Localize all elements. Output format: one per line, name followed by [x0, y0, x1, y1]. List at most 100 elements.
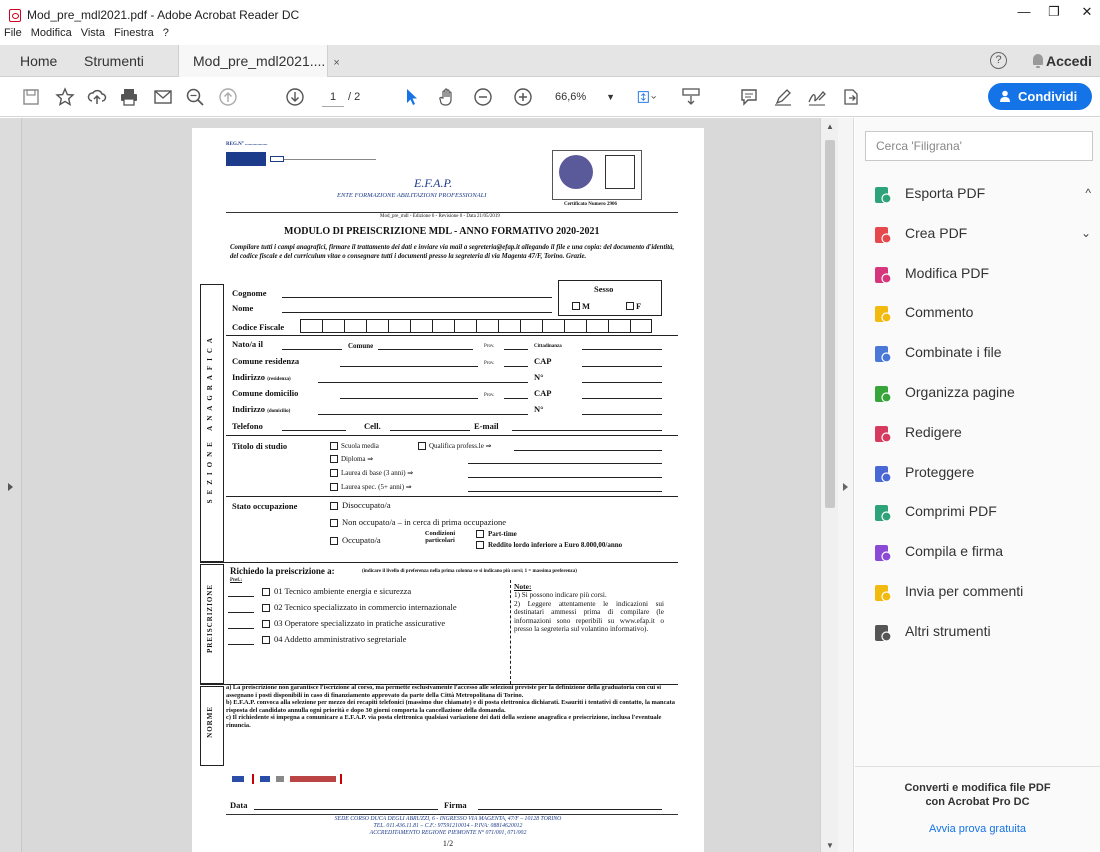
highlight-pen-icon[interactable]: [772, 87, 794, 107]
occ-disoccupato-checkbox[interactable]: [330, 502, 338, 510]
studio-qualifica-field[interactable]: [514, 450, 662, 451]
field-civico-domicilio[interactable]: [582, 414, 662, 415]
menu-vista[interactable]: Vista: [81, 27, 105, 43]
menu-finestra[interactable]: Finestra: [114, 27, 154, 43]
tool-combine-files[interactable]: Combinate i file: [865, 337, 1095, 367]
scroll-thumb[interactable]: [825, 140, 835, 508]
scroll-up-icon[interactable]: ▲: [826, 122, 834, 131]
zoom-out-icon[interactable]: [472, 87, 494, 107]
bell-icon[interactable]: [1032, 54, 1044, 68]
studio-laurea-spec-checkbox[interactable]: [330, 483, 338, 491]
field-prov-nascita[interactable]: [504, 349, 528, 350]
save-icon[interactable]: [20, 87, 42, 107]
field-email[interactable]: [512, 430, 662, 431]
chevron-down-icon[interactable]: ⌄: [1081, 218, 1091, 248]
menu-help[interactable]: ?: [163, 27, 169, 43]
hand-tool-icon[interactable]: [436, 87, 458, 107]
tool-send-for-comments[interactable]: Invia per commenti: [865, 576, 1095, 606]
field-comune-nascita[interactable]: [378, 349, 473, 350]
corso-02-checkbox[interactable]: [262, 604, 270, 612]
share-arrow-icon[interactable]: [840, 87, 862, 107]
field-nome[interactable]: [282, 312, 552, 313]
corso-04-pref[interactable]: [228, 644, 254, 645]
corso-02-pref[interactable]: [228, 612, 254, 613]
right-pane-toggle[interactable]: [838, 118, 854, 852]
field-cognome[interactable]: [282, 297, 552, 298]
tool-edit-pdf[interactable]: Modifica PDF: [865, 258, 1095, 288]
data-field[interactable]: [254, 809, 438, 810]
tools-search-input[interactable]: Cerca 'Filigrana': [865, 131, 1093, 161]
left-pane-toggle[interactable]: [0, 118, 22, 852]
share-button[interactable]: Condividi: [988, 83, 1092, 110]
tab-tools[interactable]: Strumenti: [84, 45, 144, 77]
menu-file[interactable]: File: [4, 27, 22, 43]
occ-occupato-checkbox[interactable]: [330, 537, 338, 545]
page-number-input[interactable]: 1: [322, 87, 344, 107]
zoom-select[interactable]: 66,6% ▼: [555, 87, 615, 107]
tool-create-pdf[interactable]: Crea PDF ⌄: [865, 218, 1095, 248]
field-comune-residenza[interactable]: [340, 366, 478, 367]
chevron-up-icon[interactable]: ^: [1085, 178, 1091, 208]
field-cap-residenza[interactable]: [582, 366, 662, 367]
star-icon[interactable]: [54, 87, 76, 107]
tool-more-tools[interactable]: Altri strumenti: [865, 616, 1095, 646]
field-prov-domicilio[interactable]: [504, 398, 528, 399]
maximize-button[interactable]: ❐: [1044, 4, 1064, 20]
search-zoom-icon[interactable]: [184, 87, 206, 107]
close-window-button[interactable]: ✕: [1077, 4, 1097, 20]
sex-m-checkbox[interactable]: [572, 302, 580, 310]
field-cittadinanza[interactable]: [582, 349, 662, 350]
studio-diploma-field[interactable]: [468, 463, 662, 464]
corso-01-checkbox[interactable]: [262, 588, 270, 596]
firma-field[interactable]: [478, 809, 662, 810]
tool-redact[interactable]: Redigere: [865, 417, 1095, 447]
menu-modifica[interactable]: Modifica: [31, 27, 72, 43]
field-data-nascita[interactable]: [282, 349, 342, 350]
scroll-down-icon[interactable]: ▼: [826, 841, 834, 850]
tab-close-icon[interactable]: ×: [333, 57, 339, 69]
next-page-icon[interactable]: [284, 87, 306, 107]
help-icon[interactable]: ?: [990, 52, 1007, 69]
corso-01-pref[interactable]: [228, 596, 254, 597]
tab-document[interactable]: Mod_pre_mdl2021.... ×: [178, 45, 340, 77]
keyboard-scroll-icon[interactable]: [680, 87, 702, 107]
print-icon[interactable]: [118, 87, 140, 107]
free-trial-link[interactable]: Avvia prova gratuita: [855, 823, 1100, 835]
field-indirizzo-residenza[interactable]: [318, 382, 528, 383]
fit-page-icon[interactable]: [632, 87, 662, 107]
studio-scuola-media-checkbox[interactable]: [330, 442, 338, 450]
sex-f-checkbox[interactable]: [626, 302, 634, 310]
field-telefono[interactable]: [282, 430, 346, 431]
tool-organize-pages[interactable]: Organizza pagine: [865, 377, 1095, 407]
field-comune-domicilio[interactable]: [340, 398, 478, 399]
tool-fill-sign[interactable]: Compila e firma: [865, 536, 1095, 566]
field-cellulare[interactable]: [390, 430, 470, 431]
studio-laurea-base-field[interactable]: [468, 477, 662, 478]
corso-03-pref[interactable]: [228, 628, 254, 629]
studio-laurea-spec-field[interactable]: [468, 491, 662, 492]
minimize-button[interactable]: —: [1014, 4, 1034, 19]
field-civico-residenza[interactable]: [582, 382, 662, 383]
tool-export-pdf[interactable]: Esporta PDF ^: [865, 178, 1095, 208]
occ-non-occupato-checkbox[interactable]: [330, 519, 338, 527]
comment-icon[interactable]: [738, 87, 760, 107]
studio-qualifica-checkbox[interactable]: [418, 442, 426, 450]
codice-fiscale-input[interactable]: [300, 319, 652, 333]
field-indirizzo-domicilio[interactable]: [318, 414, 528, 415]
upload-cloud-icon[interactable]: [86, 87, 108, 107]
select-cursor-icon[interactable]: [400, 87, 422, 107]
email-icon[interactable]: [152, 87, 174, 107]
zoom-in-icon[interactable]: [512, 87, 534, 107]
field-prov-residenza[interactable]: [504, 366, 528, 367]
vertical-scrollbar[interactable]: ▲ ▼: [820, 118, 838, 852]
studio-diploma-checkbox[interactable]: [330, 455, 338, 463]
corso-04-checkbox[interactable]: [262, 636, 270, 644]
occ-part-time-checkbox[interactable]: [476, 530, 484, 538]
occ-reddito-checkbox[interactable]: [476, 541, 484, 549]
corso-03-checkbox[interactable]: [262, 620, 270, 628]
tool-protect[interactable]: Proteggere: [865, 457, 1095, 487]
tab-home[interactable]: Home: [20, 45, 57, 77]
field-cap-domicilio[interactable]: [582, 398, 662, 399]
prev-page-icon[interactable]: [217, 87, 239, 107]
tool-comment[interactable]: Commento: [865, 297, 1095, 327]
